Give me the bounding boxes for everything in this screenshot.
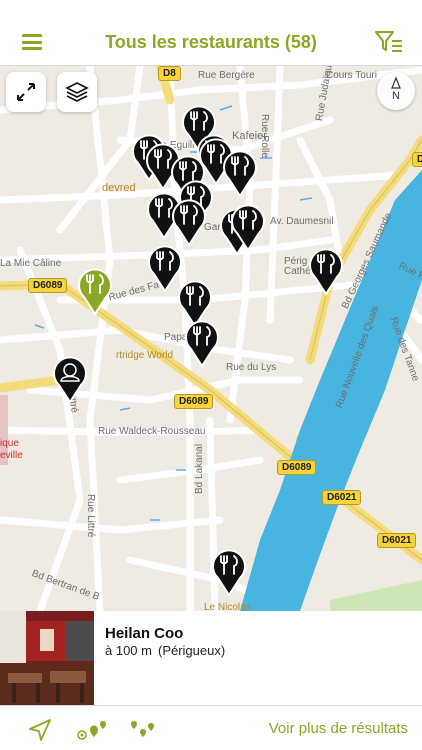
road-badge: D6021 [322, 490, 362, 505]
street-label: Rue Waldeck-Rousseau [98, 426, 206, 437]
restaurant-pin[interactable] [171, 197, 207, 247]
filter-icon[interactable] [374, 29, 404, 55]
all-pins-icon[interactable] [128, 716, 158, 742]
place-label: ique [0, 438, 19, 449]
restaurant-name: Heilan Coo [105, 625, 184, 642]
nearby-pins-icon[interactable] [76, 716, 110, 742]
compass-north-label: N [392, 90, 400, 102]
street-label: Av. Daumesnil [270, 216, 334, 227]
expand-icon [17, 83, 35, 101]
restaurant-photo [0, 611, 94, 705]
road-badge: D6089 [277, 460, 317, 475]
street-label: Bd Lakanal [194, 443, 205, 494]
restaurant-distance: à 100 m [105, 643, 152, 658]
restaurant-pin-selected[interactable] [77, 266, 113, 316]
place-label: eville [0, 450, 23, 461]
layers-icon [65, 82, 89, 102]
page-title: Tous les restaurants (58) [105, 32, 317, 52]
restaurant-pin[interactable] [222, 148, 258, 198]
street-label: Rue Littré [85, 494, 96, 538]
place-label: devred [102, 182, 136, 194]
map-view[interactable]: D8 D D6089 D6089 D6089 D6021 D6021 Rue B… [0, 66, 422, 611]
bottom-bar: Voir plus de résultats [0, 705, 422, 750]
place-label: rtridge World [116, 350, 174, 361]
street-label: Rue Bergère [198, 70, 255, 81]
restaurant-pin[interactable] [184, 318, 220, 368]
restaurant-location: à 100 m (Périgueux) [105, 643, 225, 658]
restaurant-pin[interactable] [230, 202, 266, 252]
road-badge: D [412, 152, 422, 167]
fullscreen-button[interactable] [6, 72, 46, 112]
street-label: Rue du Lys [226, 362, 277, 373]
place-label: Le Nicolas [204, 602, 251, 611]
restaurant-city: (Périgueux) [157, 643, 226, 658]
road-badge: D8 [158, 66, 181, 81]
location-arrow-icon[interactable] [26, 716, 54, 742]
road-badge: D6089 [174, 394, 214, 409]
road-badge: D6021 [377, 533, 417, 548]
restaurant-pin[interactable] [211, 547, 247, 597]
user-location-pin[interactable] [52, 354, 88, 404]
app-header: Tous les restaurants (58) [0, 0, 422, 66]
road-badge: D6089 [28, 278, 68, 293]
place-label: Kafeier [232, 130, 267, 142]
restaurant-card[interactable]: Heilan Coo à 100 m (Périgueux) [0, 611, 422, 705]
place-label: La Mie Câline [0, 258, 62, 269]
more-results-link[interactable]: Voir plus de résultats [269, 720, 408, 737]
compass-button[interactable]: N [377, 72, 415, 110]
layers-button[interactable] [57, 72, 97, 112]
restaurant-pin[interactable] [308, 246, 344, 296]
place-label: Cathé [284, 266, 311, 277]
